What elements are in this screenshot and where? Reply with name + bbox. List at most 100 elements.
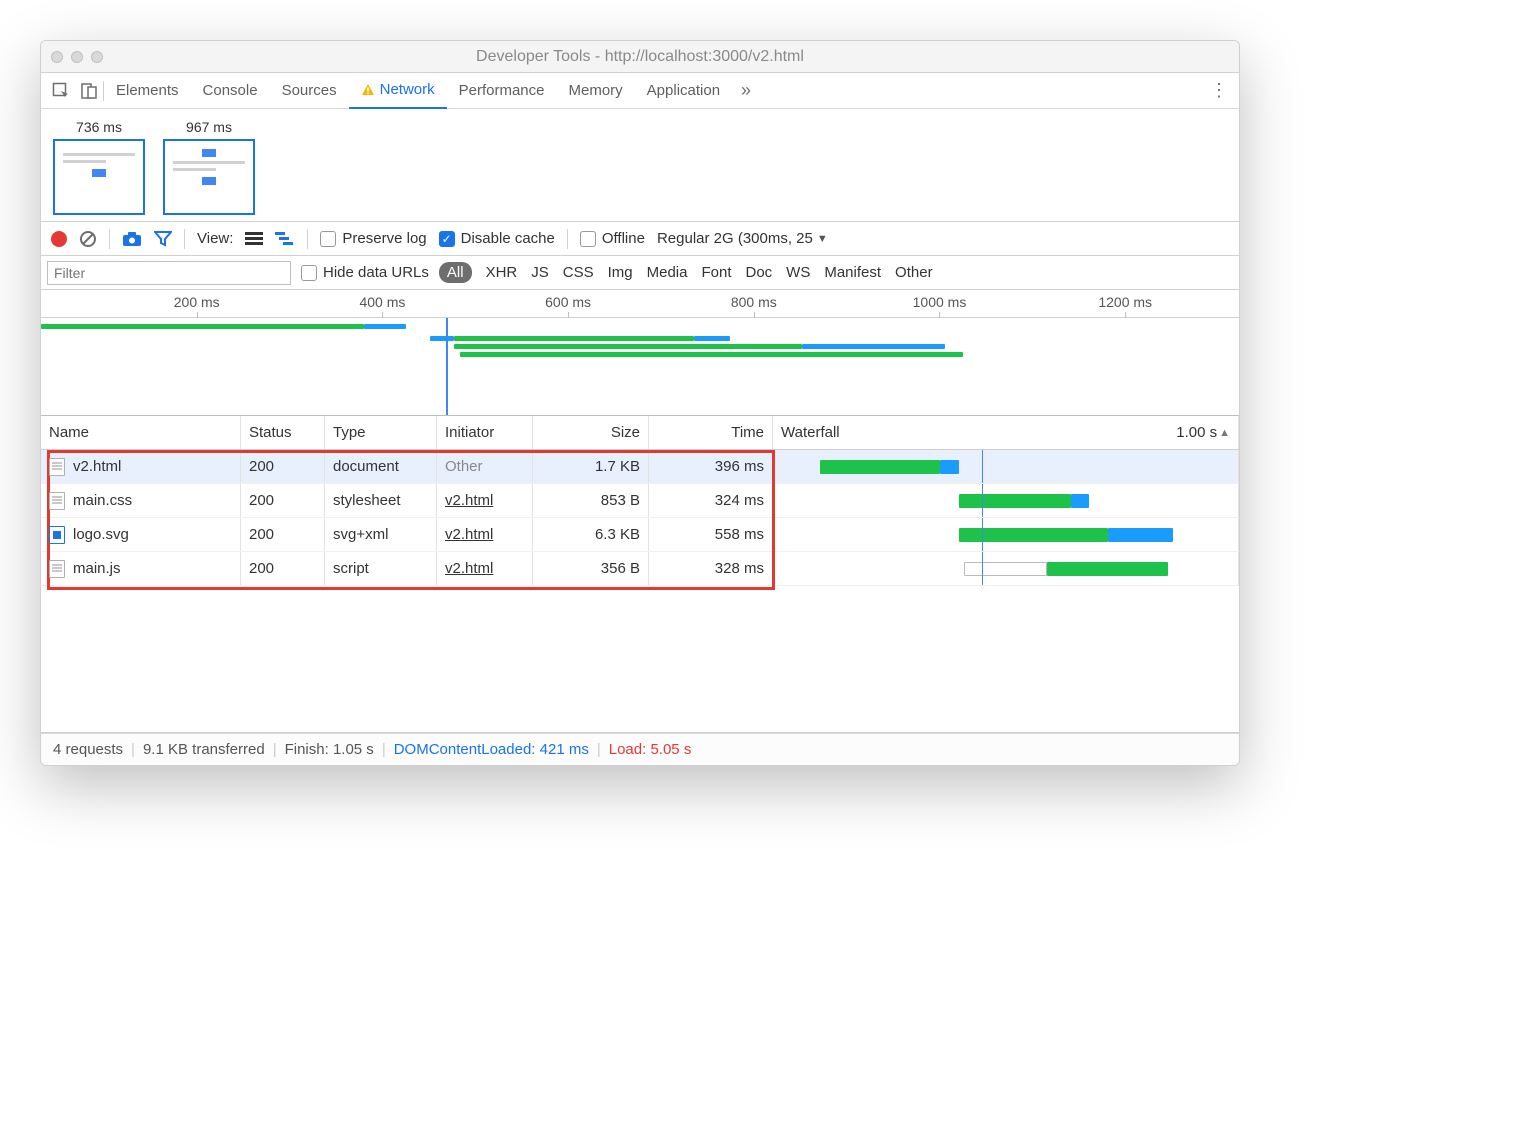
request-time: 558 ms — [649, 518, 773, 551]
filmstrip-frame[interactable]: 736 ms — [53, 119, 145, 215]
request-name: main.css — [73, 492, 132, 509]
col-initiator-header[interactable]: Initiator — [437, 416, 533, 449]
timeline-tick: 1200 ms — [1098, 294, 1152, 310]
table-row[interactable]: logo.svg200svg+xmlv2.html6.3 KB558 ms — [41, 518, 1239, 552]
tab-memory[interactable]: Memory — [557, 73, 635, 109]
filter-type-xhr[interactable]: XHR — [486, 264, 518, 281]
panel-tabs: ElementsConsoleSourcesNetworkPerformance… — [41, 73, 1239, 109]
waterfall-view-icon[interactable] — [275, 232, 295, 246]
request-type: svg+xml — [325, 518, 437, 551]
inspect-element-icon[interactable] — [47, 77, 75, 105]
frame-thumbnail — [53, 139, 145, 215]
request-type: stylesheet — [325, 484, 437, 517]
filter-type-js[interactable]: JS — [531, 264, 549, 281]
network-toolbar: View: Preserve log Disable cache Offline… — [41, 222, 1239, 256]
request-time: 396 ms — [649, 450, 773, 483]
request-size: 853 B — [533, 484, 649, 517]
request-initiator[interactable]: v2.html — [445, 560, 493, 577]
table-body: v2.html200documentOther1.7 KB396 msmain.… — [41, 450, 1239, 732]
status-bar: 4 requests | 9.1 KB transferred | Finish… — [41, 733, 1239, 765]
more-tabs-button[interactable]: » — [732, 77, 760, 105]
filter-icon[interactable] — [154, 231, 172, 247]
clear-button[interactable] — [79, 230, 97, 248]
tab-sources[interactable]: Sources — [270, 73, 349, 109]
col-waterfall-header[interactable]: Waterfall 1.00 s ▲ — [773, 416, 1239, 449]
col-type-header[interactable]: Type — [325, 416, 437, 449]
devtools-window: Developer Tools - http://localhost:3000/… — [40, 40, 1240, 766]
warning-icon — [361, 83, 375, 97]
frame-timestamp: 967 ms — [163, 119, 255, 135]
large-rows-icon[interactable] — [245, 232, 263, 246]
offline-checkbox[interactable]: Offline — [580, 230, 645, 247]
timeline-tick: 1000 ms — [913, 294, 967, 310]
capture-screenshots-icon[interactable] — [122, 231, 142, 247]
network-table: Name Status Type Initiator Size Time Wat… — [41, 416, 1239, 733]
col-status-header[interactable]: Status — [241, 416, 325, 449]
status-finish: Finish: 1.05 s — [285, 741, 374, 758]
filter-bar: Hide data URLs All XHR JS CSS Img Media Font Do… — [41, 256, 1239, 290]
request-initiator[interactable]: v2.html — [445, 526, 493, 543]
preserve-log-label: Preserve log — [342, 230, 426, 247]
filter-type-img[interactable]: Img — [608, 264, 633, 281]
filmstrip-frame[interactable]: 967 ms — [163, 119, 255, 215]
record-button[interactable] — [51, 231, 67, 247]
col-size-header[interactable]: Size — [533, 416, 649, 449]
throttling-select[interactable]: Regular 2G (300ms, 25 ▼ — [657, 230, 828, 247]
preserve-log-checkbox[interactable]: Preserve log — [320, 230, 426, 247]
request-status: 200 — [241, 484, 325, 517]
filter-type-manifest[interactable]: Manifest — [824, 264, 881, 281]
tab-network[interactable]: Network — [349, 73, 447, 109]
devtools-menu-icon[interactable]: ⋮ — [1205, 77, 1233, 105]
request-initiator[interactable]: v2.html — [445, 492, 493, 509]
throttling-value: Regular 2G (300ms, 25 — [657, 230, 813, 247]
timeline-ruler[interactable]: 200 ms 400 ms 600 ms 800 ms 1000 ms 1200… — [41, 290, 1239, 318]
checkbox-icon — [320, 231, 336, 247]
device-toolbar-icon[interactable] — [75, 77, 103, 105]
offline-label: Offline — [602, 230, 645, 247]
tab-elements[interactable]: Elements — [104, 73, 191, 109]
request-status: 200 — [241, 450, 325, 483]
request-time: 324 ms — [649, 484, 773, 517]
table-row[interactable]: main.css 200stylesheet v2.html 853 B324 ms — [41, 484, 1239, 518]
request-name: main.js — [73, 560, 121, 577]
table-row[interactable]: v2.html200documentOther1.7 KB396 ms — [41, 450, 1239, 484]
status-transferred: 9.1 KB transferred — [143, 741, 265, 758]
tab-application[interactable]: Application — [635, 73, 732, 109]
filter-type-css[interactable]: CSS — [563, 264, 594, 281]
filter-type-other[interactable]: Other — [895, 264, 933, 281]
hide-data-urls-label: Hide data URLs — [323, 264, 429, 281]
filter-type-all[interactable]: All — [439, 262, 472, 283]
filter-type-font[interactable]: Font — [701, 264, 731, 281]
domcontentloaded-marker — [982, 450, 983, 483]
waterfall-label: Waterfall — [781, 424, 840, 441]
timeline-tick: 200 ms — [174, 294, 220, 310]
filter-type-media[interactable]: Media — [647, 264, 688, 281]
table-row[interactable]: main.js200scriptv2.html356 B328 ms — [41, 552, 1239, 586]
disable-cache-checkbox[interactable]: Disable cache — [439, 230, 555, 247]
status-domcontentloaded: DOMContentLoaded: 421 ms — [394, 741, 589, 758]
tab-console[interactable]: Console — [191, 73, 270, 109]
status-requests: 4 requests — [53, 741, 123, 758]
status-load: Load: 5.05 s — [609, 741, 692, 758]
document-file-icon — [49, 458, 65, 476]
request-size: 356 B — [533, 552, 649, 585]
col-time-header[interactable]: Time — [649, 416, 773, 449]
filter-input[interactable] — [47, 261, 291, 285]
filter-type-ws[interactable]: WS — [786, 264, 810, 281]
hide-data-urls-checkbox[interactable]: Hide data URLs — [301, 264, 429, 281]
tab-performance[interactable]: Performance — [447, 73, 557, 109]
request-status: 200 — [241, 552, 325, 585]
timeline-tick: 800 ms — [731, 294, 777, 310]
request-size: 1.7 KB — [533, 450, 649, 483]
frame-thumbnail — [163, 139, 255, 215]
separator — [109, 229, 110, 249]
network-overview[interactable] — [41, 318, 1239, 416]
disable-cache-label: Disable cache — [461, 230, 555, 247]
col-name-header[interactable]: Name — [41, 416, 241, 449]
filmstrip: 736 ms 967 ms — [41, 109, 1239, 222]
filter-type-doc[interactable]: Doc — [745, 264, 772, 281]
image-file-icon — [49, 526, 65, 544]
checkbox-icon — [580, 231, 596, 247]
request-size: 6.3 KB — [533, 518, 649, 551]
table-header: Name Status Type Initiator Size Time Wat… — [41, 416, 1239, 450]
